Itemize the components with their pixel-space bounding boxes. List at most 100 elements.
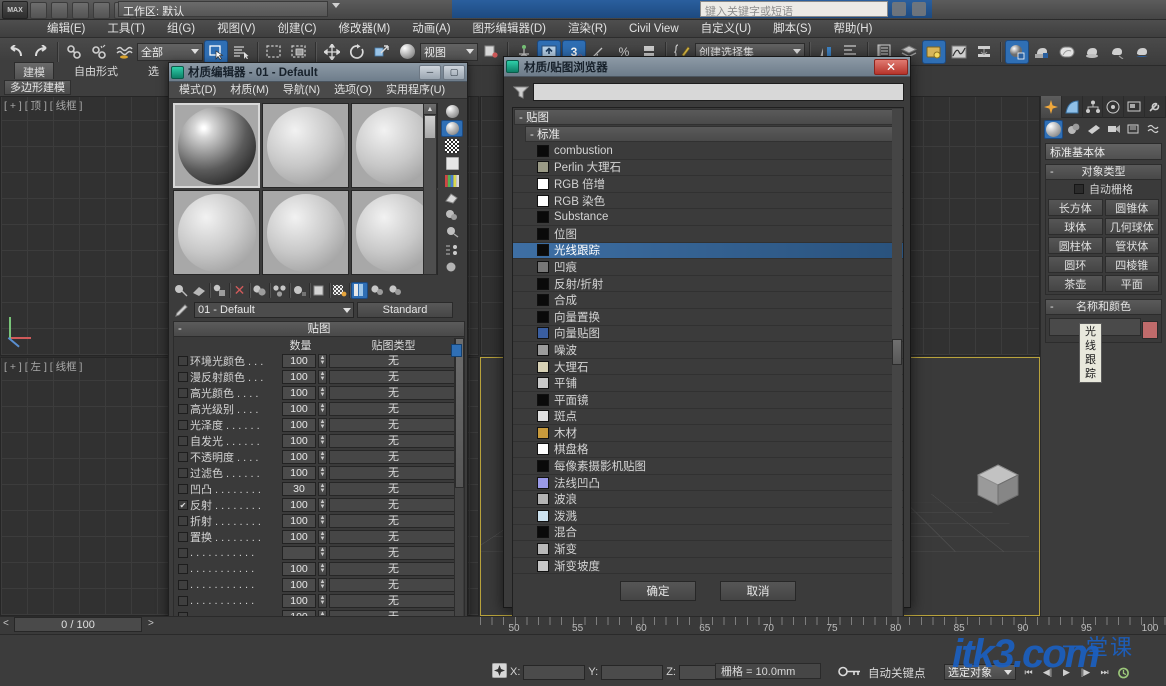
map-slot-row[interactable]: . . . . . . . . . . . 100▲▼无 [174,593,464,609]
map-slot-checkbox[interactable] [178,580,188,590]
map-slot-row[interactable]: . . . . . . . . . . . ▲ ▼ 无 [174,545,464,561]
map-slot-checkbox[interactable] [178,372,188,382]
map-slot-spinner[interactable]: ▲▼ [318,562,327,576]
show-end-result-icon[interactable] [441,172,463,188]
map-slot-amount[interactable]: 100 [282,578,316,592]
material-editor-window[interactable]: 材质编辑器 - 01 - Default ─ ▢ 模式(D) 材质(M) 导航(… [168,62,468,686]
open-file-icon[interactable] [51,1,68,19]
map-slot-checkbox[interactable] [178,436,188,446]
map-slot-amount[interactable]: 100 [282,354,316,368]
map-slot-checkbox[interactable] [178,532,188,542]
me-menu-material[interactable]: 材质(M) [223,82,276,98]
me-menu-utilities[interactable]: 实用程序(U) [379,82,452,98]
map-slot-spinner[interactable]: ▲▼ [318,386,327,400]
map-slot-checkbox[interactable]: ✔ [178,500,188,510]
map-slot-row[interactable]: . . . . . . . . . . . 100▲▼无 [174,561,464,577]
map-list-item[interactable]: RGB 倍增 [513,176,903,193]
chevron-down-icon[interactable] [343,307,351,313]
lights-icon[interactable] [1084,120,1103,139]
minimize-icon[interactable] [892,2,906,16]
filter-funnel-icon[interactable] [512,83,530,101]
map-slot-type-button[interactable]: 无 [329,498,458,512]
map-slot-amount[interactable]: 100 [282,466,316,480]
next-frame-button[interactable]: |▶ [1077,664,1094,681]
scene-object-box[interactable] [976,463,1020,507]
put-material-to-scene-button[interactable] [191,282,208,299]
map-slot-type-button[interactable]: 无 [329,450,458,464]
map-slot-amount[interactable]: 100 [282,562,316,576]
autogrid-row[interactable]: 自动栅格 [1046,180,1161,197]
command-tab-utilities[interactable] [1145,96,1166,118]
go-to-parent-button[interactable] [369,282,386,299]
new-file-icon[interactable] [30,1,47,19]
use-pivot-point-center-icon[interactable] [479,40,503,64]
map-slot-type-button[interactable]: 无 [329,466,458,480]
sample-slot-4[interactable] [173,190,260,275]
unlink-selection-icon[interactable] [87,40,111,64]
object-button-torus[interactable]: 圆环 [1048,256,1103,273]
selected-object-dropdown[interactable]: 选定对象 [944,664,1016,680]
scroll-thumb[interactable] [425,116,435,138]
frame-slider[interactable]: < 0 / 100 > [0,616,168,633]
object-button-pyramid[interactable]: 四棱锥 [1104,256,1159,273]
material-id-channel-icon[interactable] [441,259,463,275]
map-list-item[interactable]: Perlin 大理石 [513,160,903,177]
map-list-item[interactable]: 向量置换 [513,309,903,326]
go-forward-to-sibling-button[interactable] [387,282,404,299]
assign-material-to-selection-button[interactable] [211,282,228,299]
menu-edit[interactable]: 编辑(E) [36,20,96,38]
maximize-icon[interactable]: ▢ [443,64,465,80]
background-icon[interactable] [441,155,463,171]
map-slot-type-button[interactable]: 无 [329,354,458,368]
undo-button[interactable] [4,40,28,64]
object-category-dropdown[interactable]: 标准基本体 [1045,143,1162,160]
show-shaded-material-in-viewport-button[interactable] [331,282,348,299]
select-object-button[interactable] [204,39,228,64]
render-iterative-icon[interactable] [1105,40,1129,64]
material-map-browser-dialog[interactable]: 材质/贴图浏览器 ✕ - 贴图 - 标准 combustion Perlin 大理石 R… [503,56,1102,627]
map-slot-spinner[interactable]: ▲▼ [318,498,327,512]
map-slot-spinner[interactable]: ▲▼ [318,546,327,560]
map-slot-row[interactable]: . . . . . . . . . . . 100▲▼无 [174,577,464,593]
map-slot-checkbox[interactable] [178,596,188,606]
map-list-scrollbar[interactable] [892,109,902,625]
map-slot-type-button[interactable]: 无 [329,530,458,544]
map-slot-type-button[interactable]: 无 [329,482,458,496]
map-slot-checkbox[interactable] [178,404,188,414]
map-list-item[interactable]: 平面镜 [513,392,903,409]
menu-rendering[interactable]: 渲染(R) [557,20,618,38]
map-list-item[interactable]: 每像素摄影机贴图 [513,458,903,475]
map-list-item[interactable]: Substance [513,209,903,226]
map-list-item[interactable]: 混合 [513,525,903,542]
select-and-rotate-icon[interactable] [345,40,369,64]
cancel-button[interactable]: 取消 [720,581,796,601]
map-slot-checkbox[interactable] [178,548,188,558]
object-button-sphere[interactable]: 球体 [1048,218,1103,235]
map-slot-row[interactable]: 环境光颜色 . . . 100 ▲ ▼ 无 [174,353,464,369]
get-material-button[interactable] [173,282,190,299]
curve-editor-icon[interactable] [947,40,971,64]
search-input[interactable]: 键入关键字或短语 [700,1,888,18]
render-setup-icon[interactable] [1030,40,1054,64]
map-slot-row[interactable]: 高光级别 . . . . 100 ▲ ▼ 无 [174,401,464,417]
map-list-item[interactable]: 凹痕 [513,259,903,276]
map-slot-amount[interactable]: 100 [282,418,316,432]
schematic-view-icon[interactable] [972,40,996,64]
rendered-frame-window-icon[interactable] [1055,40,1079,64]
object-button-cone[interactable]: 圆锥体 [1104,199,1159,216]
make-preview-icon[interactable] [441,190,463,206]
render-production-icon[interactable] [1080,40,1104,64]
maximize-icon[interactable] [912,2,926,16]
ribbon-tab-freeform[interactable]: 自由形式 [66,62,126,79]
map-slot-spinner[interactable]: ▲▼ [318,450,327,464]
me-menu-options[interactable]: 选项(O) [327,82,379,98]
object-button-cylinder[interactable]: 圆柱体 [1048,237,1103,254]
map-slot-row[interactable]: 漫反射颜色 . . . 100 ▲ ▼ 无 [174,369,464,385]
map-slot-amount[interactable]: 30 [282,482,316,496]
map-slot-row[interactable]: 过滤色 . . . . . . 100 ▲ ▼ 无 [174,465,464,481]
menu-animation[interactable]: 动画(A) [401,20,461,38]
material-type-button[interactable]: Standard [357,302,453,318]
menu-graph-editors[interactable]: 图形编辑器(D) [462,20,557,38]
menu-civil-view[interactable]: Civil View [618,20,690,38]
y-field[interactable] [601,664,664,680]
